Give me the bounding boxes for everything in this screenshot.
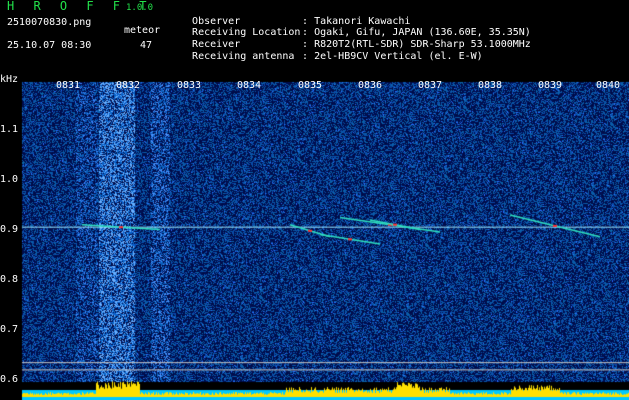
y-tick-label: 0.6 — [0, 374, 19, 385]
y-tick-label: 1.0 — [0, 174, 19, 185]
x-tick-label: 0833 — [177, 80, 202, 91]
y-axis-unit: kHz — [0, 74, 19, 85]
x-tick-label: 0835 — [298, 80, 323, 91]
y-tick-label: 0.8 — [0, 274, 19, 285]
y-tick-label: 1.1 — [0, 124, 19, 135]
x-tick-label: 0831 — [56, 80, 81, 91]
meteor-label: meteor — [124, 25, 161, 36]
x-tick-label: 0837 — [418, 80, 443, 91]
y-tick-label: 0.7 — [0, 324, 19, 335]
capture-datetime: 25.10.07 08:30 — [7, 40, 92, 51]
info-row-antenna: Receiving antenna : 2el-HB9CV Vertical (e… — [180, 40, 483, 62]
info-value: : 2el-HB9CV Vertical (el. E-W) — [302, 51, 483, 62]
x-tick-label: 0836 — [358, 80, 383, 91]
x-tick-label: 0834 — [237, 80, 262, 91]
x-tick-label: 0839 — [538, 80, 563, 91]
file-name: 2510070830.png — [7, 17, 92, 28]
info-key: Receiving antenna — [192, 51, 295, 62]
x-tick-label: 0840 — [596, 80, 621, 91]
x-tick-label: 0838 — [478, 80, 503, 91]
x-tick-label: 0832 — [116, 80, 141, 91]
meteor-count: 47 — [140, 40, 153, 51]
y-tick-label: 0.9 — [0, 224, 19, 235]
app-version: 1.0.0 — [126, 3, 154, 13]
